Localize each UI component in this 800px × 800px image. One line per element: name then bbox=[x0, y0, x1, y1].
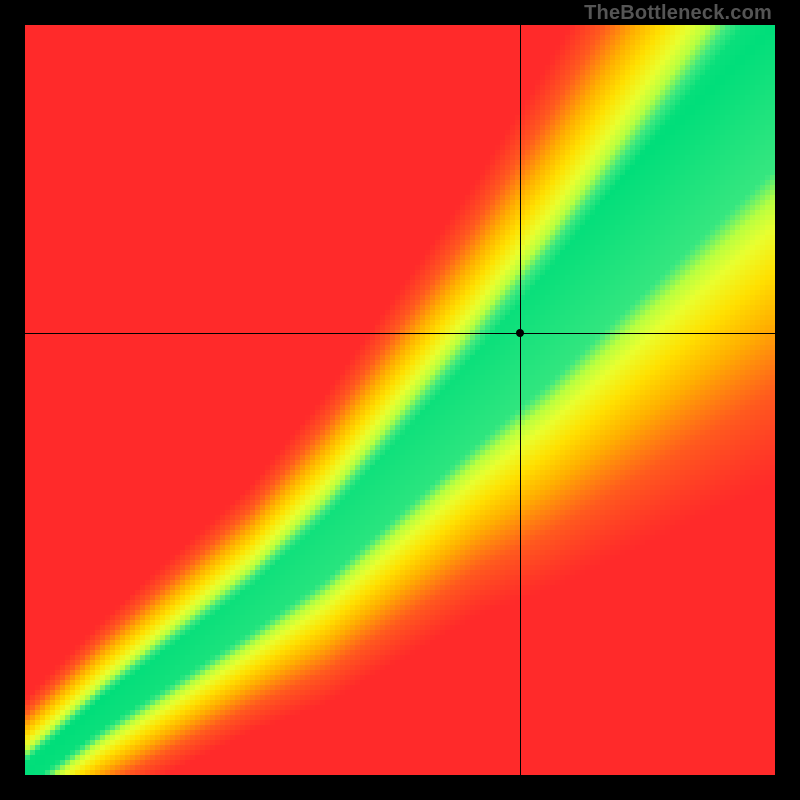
heatmap-canvas bbox=[25, 25, 775, 775]
crosshair-vertical bbox=[520, 25, 521, 775]
chart-frame: TheBottleneck.com bbox=[0, 0, 800, 800]
watermark-text: TheBottleneck.com bbox=[584, 2, 772, 25]
evaluation-point bbox=[516, 329, 524, 337]
crosshair-horizontal bbox=[25, 333, 775, 334]
heatmap-plot bbox=[25, 25, 775, 775]
